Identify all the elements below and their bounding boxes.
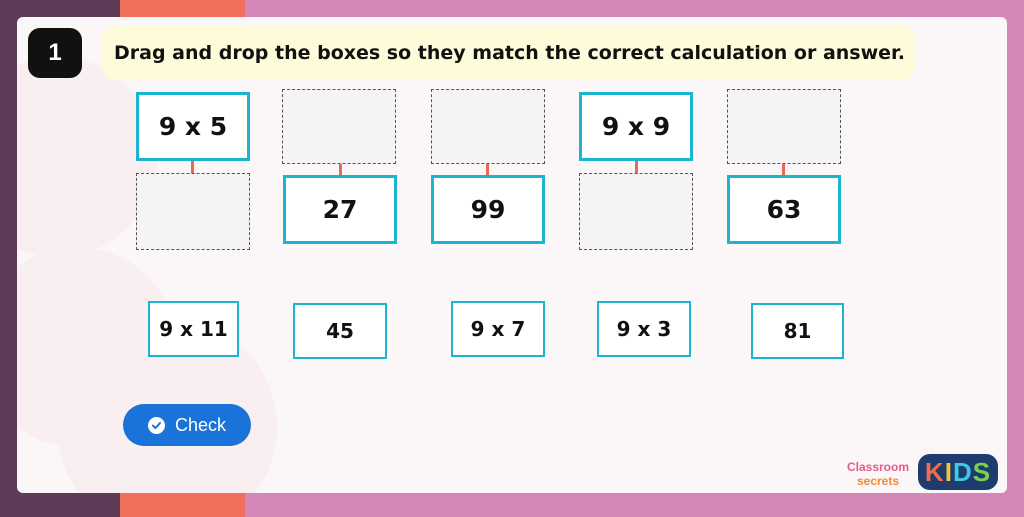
check-button[interactable]: Check	[123, 404, 251, 446]
logo-text: secrets	[856, 474, 900, 488]
question-number: 1	[28, 28, 82, 78]
draggable-card[interactable]: 9 x 7	[451, 301, 545, 357]
kids-letter: S	[972, 456, 992, 487]
check-circle-icon	[147, 416, 165, 434]
drop-zone[interactable]	[727, 89, 841, 164]
instruction-text: Drag and drop the boxes so they match th…	[101, 26, 915, 80]
kids-logo: K I D S	[918, 454, 998, 490]
connector-line	[191, 161, 194, 173]
drop-zone[interactable]	[282, 89, 396, 164]
answer-card[interactable]: 27	[283, 175, 397, 244]
answer-card[interactable]: 99	[431, 175, 545, 244]
drop-zone[interactable]	[431, 89, 545, 164]
drop-zone[interactable]	[579, 173, 693, 250]
draggable-card[interactable]: 9 x 3	[597, 301, 691, 357]
drop-zone[interactable]	[136, 173, 250, 250]
kids-letter: D	[952, 456, 973, 487]
draggable-card[interactable]: 81	[751, 303, 844, 359]
logo-text: Classroom	[846, 460, 910, 474]
calculation-card[interactable]: 9 x 5	[136, 92, 250, 161]
calculation-card[interactable]: 9 x 9	[579, 92, 693, 161]
draggable-card[interactable]: 9 x 11	[148, 301, 239, 357]
classroom-secrets-logo: Classroom secrets	[840, 460, 916, 490]
draggable-card[interactable]: 45	[293, 303, 387, 359]
answer-card[interactable]: 63	[727, 175, 841, 244]
check-button-label: Check	[174, 414, 227, 435]
connector-line	[635, 161, 638, 173]
kids-letter: K	[924, 456, 945, 487]
kids-letter: I	[944, 456, 953, 487]
